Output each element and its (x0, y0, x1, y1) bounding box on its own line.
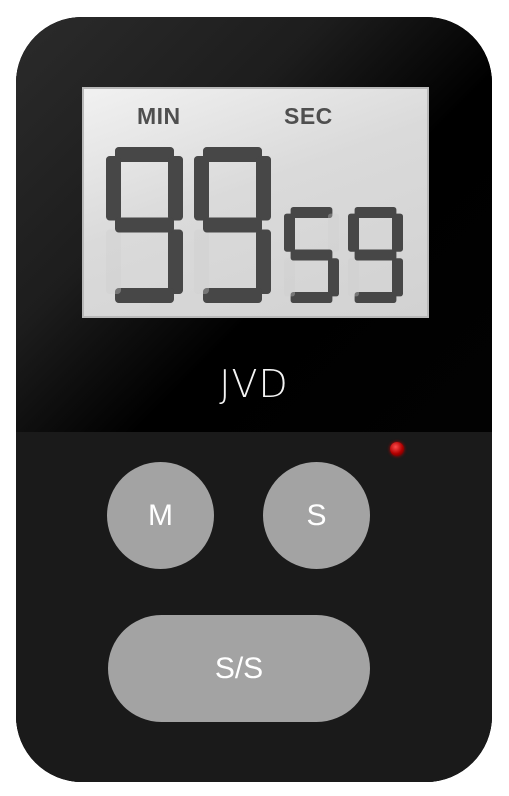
indicator-led (390, 442, 404, 456)
minute-digit-1-segment-a (115, 147, 174, 162)
second-digit-2-segment-d (354, 292, 397, 303)
minute-digit-2-segment-d (203, 288, 262, 303)
second-digit-1-segment-d (290, 292, 333, 303)
minute-digit-2 (194, 147, 271, 303)
minute-digit-2-segment-e (194, 229, 209, 294)
second-digit-2 (348, 207, 403, 303)
second-digit-2-segment-e (348, 258, 359, 297)
second-digit-1-segment-a (290, 207, 333, 218)
start-stop-button[interactable]: S/S (108, 615, 370, 722)
second-digit-2-segment-g (354, 249, 397, 261)
minute-digit-1-segment-d (115, 288, 174, 303)
minute-digit-1-segment-e (106, 229, 121, 294)
second-digit-1-segment-e (284, 258, 295, 297)
minute-button-label: M (148, 498, 173, 532)
brand-logo: JVD (219, 362, 289, 406)
second-digit-2-segment-c (392, 258, 403, 297)
minute-digit-1-segment-g (115, 217, 174, 233)
minute-digit-2-segment-b (256, 156, 271, 221)
minute-digit-1-segment-c (168, 229, 183, 294)
minute-digit-1-segment-b (168, 156, 183, 221)
second-digit-2-segment-a (354, 207, 397, 218)
minute-digit-1-segment-f (106, 156, 121, 221)
second-digit-1-segment-b (328, 213, 339, 252)
second-digit-1-segment-c (328, 258, 339, 297)
minute-digit-2-segment-f (194, 156, 209, 221)
minute-digit-2-segment-c (256, 229, 271, 294)
second-digit-1-segment-f (284, 213, 295, 252)
minute-digit-1 (106, 147, 183, 303)
minute-digit-2-segment-a (203, 147, 262, 162)
lcd-display: MIN SEC (82, 87, 429, 318)
start-stop-button-label: S/S (214, 651, 264, 685)
digit-readout (106, 147, 403, 303)
second-button-label: S (306, 498, 327, 532)
device-upper-panel: MIN SEC JVD (16, 17, 492, 432)
second-digit-2-segment-b (392, 213, 403, 252)
second-digit-1-segment-g (290, 249, 333, 261)
second-digit-1 (284, 207, 339, 303)
second-digit-2-segment-f (348, 213, 359, 252)
minute-digit-2-segment-g (203, 217, 262, 233)
second-button[interactable]: S (263, 462, 370, 569)
device-lower-panel (16, 432, 492, 782)
minute-button[interactable]: M (107, 462, 214, 569)
